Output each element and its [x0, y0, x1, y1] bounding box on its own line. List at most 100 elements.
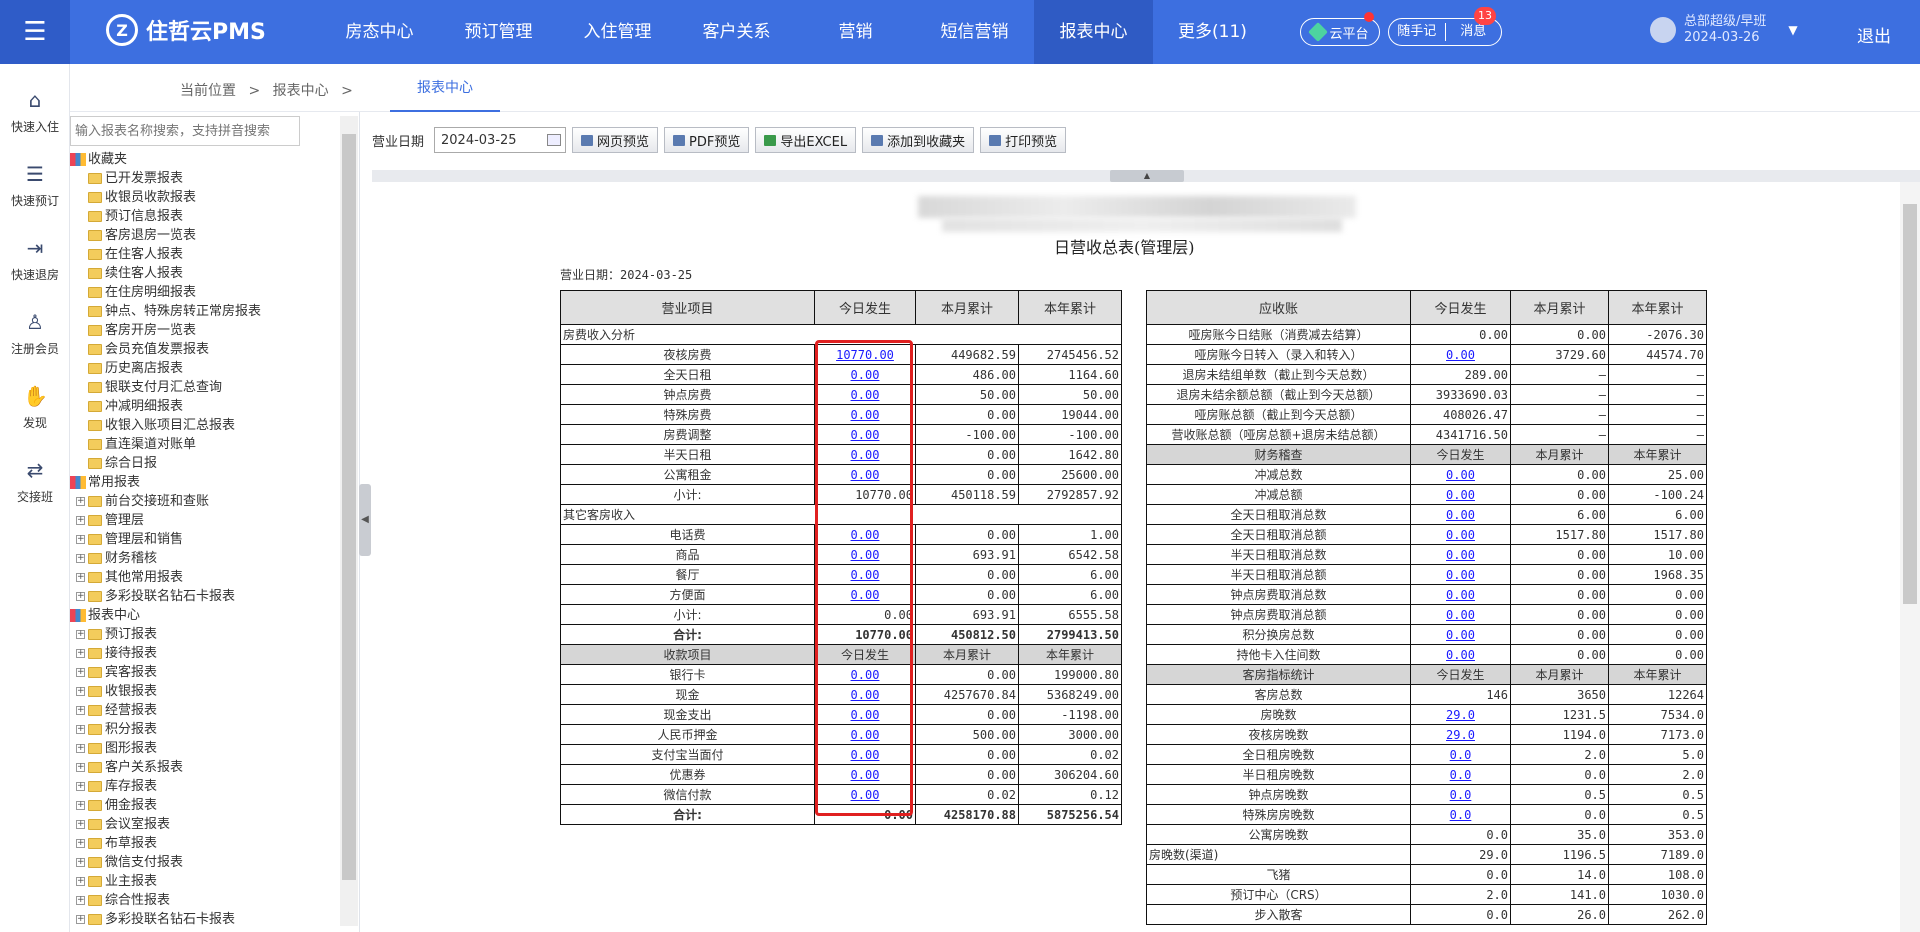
table-cell[interactable]: 0.00	[814, 764, 916, 785]
business-date-input[interactable]: 2024-03-25	[434, 127, 567, 153]
tree-item[interactable]: 会员充值发票报表	[70, 340, 340, 359]
expand-icon[interactable]: +	[76, 820, 85, 829]
table-cell[interactable]: 0.00	[1410, 604, 1511, 625]
tree-item[interactable]: + 客户关系报表	[70, 758, 340, 777]
nav-item[interactable]: 客户关系	[677, 0, 796, 64]
tree-item[interactable]: 收银入账项目汇总报表	[70, 416, 340, 435]
tree-group[interactable]: 报表中心	[70, 606, 340, 625]
cloud-platform-button[interactable]: 云平台	[1300, 18, 1380, 46]
tree-group[interactable]: 常用报表	[70, 473, 340, 492]
table-cell[interactable]: 0.00	[1410, 504, 1511, 525]
tree-item[interactable]: + 经营报表	[70, 701, 340, 720]
export-excel-button[interactable]: 导出EXCEL	[755, 127, 857, 153]
table-cell[interactable]: 0.00	[1410, 624, 1511, 645]
nav-item[interactable]: 更多(11)	[1153, 0, 1272, 64]
quick-action-1[interactable]: ⌂ 快速入住	[0, 88, 70, 135]
report-search-input[interactable]	[70, 116, 300, 146]
expand-icon[interactable]: +	[76, 687, 85, 696]
tree-item[interactable]: + 业主报表	[70, 872, 340, 891]
tree-group[interactable]: 收藏夹	[70, 150, 340, 169]
user-menu[interactable]: 总部超级/早班 2024-03-26 ▼	[1650, 14, 1798, 46]
pdf-preview-button[interactable]: PDF预览	[664, 127, 750, 153]
menu-toggle-icon[interactable]: ☰	[0, 0, 70, 64]
table-cell[interactable]: 0.00	[1410, 484, 1511, 505]
tree-item[interactable]: + 其他常用报表	[70, 568, 340, 587]
tree-item[interactable]: + 预订报表	[70, 625, 340, 644]
table-cell[interactable]: 0.00	[814, 744, 916, 765]
table-cell[interactable]: 0.00	[814, 584, 916, 605]
tree-item[interactable]: 客房开房一览表	[70, 321, 340, 340]
quick-action-4[interactable]: ♙ 注册会员	[0, 310, 70, 357]
tree-item[interactable]: + 会议室报表	[70, 815, 340, 834]
nav-item[interactable]: 短信营销	[915, 0, 1034, 64]
expand-icon[interactable]: +	[76, 744, 85, 753]
expand-icon[interactable]: +	[76, 896, 85, 905]
expand-icon[interactable]: +	[76, 668, 85, 677]
quick-action-2[interactable]: ☰ 快速预订	[0, 162, 70, 209]
table-cell[interactable]: 0.00	[814, 384, 916, 405]
tree-item[interactable]: + 库存报表	[70, 777, 340, 796]
tree-scroll-thumb[interactable]	[342, 134, 356, 880]
logout-button[interactable]: 退出	[1857, 22, 1891, 47]
collapse-panel-icon[interactable]: ◀	[359, 484, 371, 556]
table-cell[interactable]: 29.0	[1410, 704, 1511, 725]
tree-item[interactable]: + 多彩投联名钻石卡报表	[70, 910, 340, 929]
expand-icon[interactable]: +	[76, 497, 85, 506]
nav-item[interactable]: 房态中心	[320, 0, 439, 64]
tree-scrollbar[interactable]	[340, 116, 358, 926]
tree-item[interactable]: 在住房明细报表	[70, 283, 340, 302]
quick-action-5[interactable]: ✋ 发现	[0, 384, 70, 431]
tree-item[interactable]: + 收银报表	[70, 682, 340, 701]
tree-item[interactable]: + 多彩投联名钻石卡报表	[70, 587, 340, 606]
tree-item[interactable]: 在住客人报表	[70, 245, 340, 264]
expand-icon[interactable]: +	[76, 858, 85, 867]
report-scroll-thumb[interactable]	[1903, 204, 1917, 604]
tree-item[interactable]: + 佣金报表	[70, 796, 340, 815]
table-cell[interactable]: 0.0	[1410, 744, 1511, 765]
table-cell[interactable]: 0.00	[814, 704, 916, 725]
table-cell[interactable]: 0.00	[814, 544, 916, 565]
table-cell[interactable]: 0.00	[814, 424, 916, 445]
print-preview-button[interactable]: 打印预览	[980, 127, 1067, 153]
tree-item[interactable]: 综合日报	[70, 454, 340, 473]
tree-item[interactable]: 续住客人报表	[70, 264, 340, 283]
tree-item[interactable]: 收银员收款报表	[70, 188, 340, 207]
tree-item[interactable]: + 布草报表	[70, 834, 340, 853]
tree-item[interactable]: 银联支付月汇总查询	[70, 378, 340, 397]
nav-item[interactable]: 营销	[796, 0, 915, 64]
table-cell[interactable]: 0.00	[1410, 344, 1511, 365]
tree-item[interactable]: + 综合性报表	[70, 891, 340, 910]
tree-item[interactable]: 钟点、特殊房转正常房报表	[70, 302, 340, 321]
tree-item[interactable]: + 管理层	[70, 511, 340, 530]
tree-item[interactable]: + 图形报表	[70, 739, 340, 758]
quick-action-3[interactable]: ⇥ 快速退房	[0, 236, 70, 283]
expand-icon[interactable]: +	[76, 839, 85, 848]
table-cell[interactable]: 0.00	[814, 524, 916, 545]
tree-item[interactable]: + 微信支付报表	[70, 853, 340, 872]
nav-item[interactable]: 报表中心	[1034, 0, 1153, 64]
tree-item[interactable]: + 接待报表	[70, 644, 340, 663]
expand-icon[interactable]: +	[76, 706, 85, 715]
table-cell[interactable]: 0.00	[814, 564, 916, 585]
expand-icon[interactable]: +	[76, 649, 85, 658]
expand-icon[interactable]: +	[76, 516, 85, 525]
add-favorite-button[interactable]: 添加到收藏夹	[862, 127, 975, 153]
expand-icon[interactable]: +	[76, 630, 85, 639]
table-cell[interactable]: 0.00	[1410, 544, 1511, 565]
tab-report-center[interactable]: 报表中心	[390, 64, 500, 112]
table-cell[interactable]: 0.00	[1410, 644, 1511, 665]
collapse-toolbar-icon[interactable]: ▲	[1110, 170, 1184, 182]
chevron-down-icon[interactable]: ▼	[1788, 23, 1797, 37]
table-cell[interactable]: 29.0	[1410, 724, 1511, 745]
tree-item[interactable]: + 积分报表	[70, 720, 340, 739]
table-cell[interactable]: 0.00	[814, 444, 916, 465]
expand-icon[interactable]: +	[76, 535, 85, 544]
quick-action-6[interactable]: ⇄ 交接班	[0, 458, 70, 505]
expand-icon[interactable]: +	[76, 877, 85, 886]
nav-item[interactable]: 预订管理	[439, 0, 558, 64]
web-preview-button[interactable]: 网页预览	[572, 127, 659, 153]
table-cell[interactable]: 0.00	[814, 784, 916, 805]
table-cell[interactable]: 10770.00	[814, 344, 916, 365]
table-cell[interactable]: 0.00	[814, 724, 916, 745]
expand-icon[interactable]: +	[76, 592, 85, 601]
